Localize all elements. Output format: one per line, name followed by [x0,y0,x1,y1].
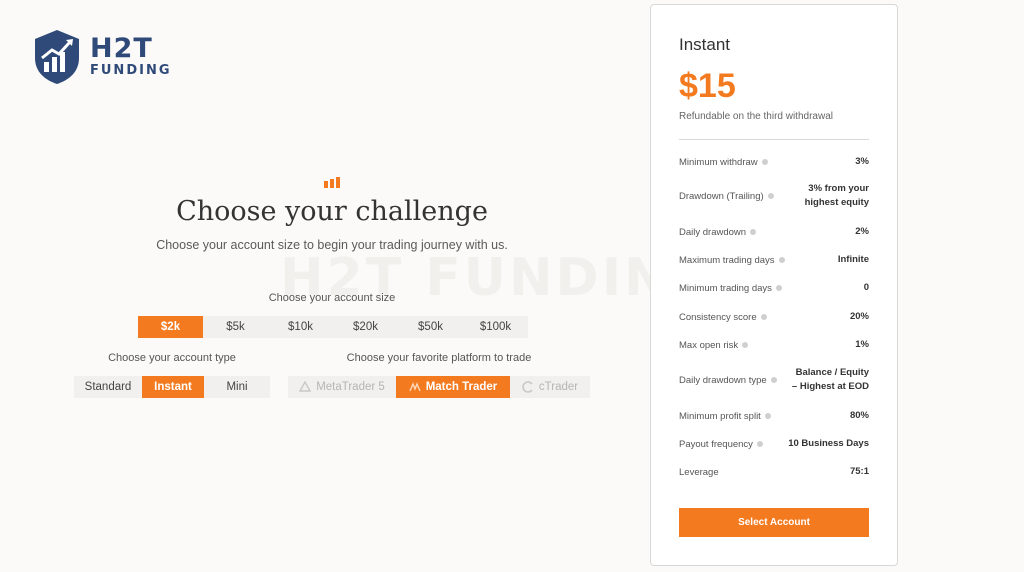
stat-label: Consistency score [679,311,757,323]
stat-label: Maximum trading days [679,254,775,266]
size-option-10k[interactable]: $10k [268,316,333,338]
brand-logo: H2T FUNDING [32,28,172,86]
stat-row: Minimum profit split 80% [679,409,869,423]
select-account-button[interactable]: Select Account [679,508,869,537]
info-icon[interactable] [750,229,757,235]
stat-row: Consistency score 20% [679,310,869,324]
stat-row: Leverage 75:1 [679,465,869,479]
stat-value: 20% [849,311,869,322]
type-option-mini[interactable]: Mini [204,376,270,398]
info-icon[interactable] [767,193,774,199]
plan-price: $15 [679,67,736,105]
plan-title: Instant [679,35,731,54]
stat-label: Payout frequency [679,438,753,450]
brand-name: H2T [90,33,153,64]
stat-value: 80% [849,410,869,421]
shield-chart-icon [35,30,79,84]
type-option-standard[interactable]: Standard [74,376,142,398]
account-type-selector: Standard Instant Mini [74,376,270,398]
stat-row: Minimum trading days 0 [679,281,869,295]
stat-label: Leverage [679,466,719,478]
account-size-label: Choose your account size [268,292,396,304]
page-subtitle: Choose your account size to begin your t… [156,238,508,252]
platform-option-match-trader[interactable]: Match Trader [396,376,510,398]
info-icon[interactable] [756,441,763,447]
stat-value: 75:1 [849,466,869,477]
size-option-5k[interactable]: $5k [203,316,268,338]
platform-option-label: cTrader [538,381,579,393]
platform-option-label: MetaTrader 5 [316,381,385,393]
stat-value: 0 [863,282,869,293]
type-option-instant[interactable]: Instant [142,376,204,398]
stat-row: Max open risk 1% [679,338,869,352]
metatrader-icon [299,381,312,392]
platform-selector: MetaTrader 5 Match Trader cTrader [288,376,590,398]
info-icon[interactable] [764,413,771,419]
info-icon[interactable] [760,314,767,320]
info-icon[interactable] [775,285,782,291]
stat-label: Minimum profit split [679,410,761,422]
bars-icon [324,177,340,188]
stat-label: Drawdown (Trailing) [679,190,764,202]
platform-option-label: Match Trader [425,381,498,393]
size-option-2k[interactable]: $2k [138,316,203,338]
stat-label: Max open risk [679,339,739,351]
stat-value: Balance / Equity – Highest at EOD [791,367,869,392]
size-option-20k[interactable]: $20k [333,316,398,338]
stat-value: 3% [855,156,869,167]
stat-label: Minimum trading days [679,282,772,294]
brand-subname: FUNDING [90,63,172,78]
platform-option-metatrader[interactable]: MetaTrader 5 [288,376,396,398]
page-title: Choose your challenge [176,196,488,227]
plan-refund-note: Refundable on the third withdrawal [679,111,833,122]
info-icon[interactable] [761,159,768,165]
stat-row: Maximum trading days Infinite [679,253,869,267]
stat-row: Drawdown (Trailing) 3% from your highest… [679,182,869,210]
info-icon[interactable] [742,342,749,348]
stat-label: Daily drawdown [679,226,747,238]
stat-row: Payout frequency 10 Business Days [679,437,869,451]
divider [679,139,869,140]
stat-label: Minimum withdraw [679,156,758,168]
match-trader-icon [409,382,421,392]
stat-value: 1% [855,339,869,350]
stat-value: Infinite [837,254,869,265]
info-icon[interactable] [770,377,777,383]
account-size-selector: $2k $5k $10k $20k $50k $100k [138,316,528,338]
stat-row: Daily drawdown type Balance / Equity – H… [679,366,869,394]
account-type-label: Choose your account type [108,352,236,364]
ctrader-icon [522,381,533,393]
stat-row: Daily drawdown 2% [679,225,869,239]
size-option-100k[interactable]: $100k [463,316,528,338]
stat-value: 3% from your highest equity [804,183,869,208]
stat-value: 10 Business Days [788,438,869,449]
platform-option-ctrader[interactable]: cTrader [510,376,590,398]
plan-card: Instant $15 Refundable on the third with… [650,4,898,566]
size-option-50k[interactable]: $50k [398,316,463,338]
stat-row: Minimum withdraw 3% [679,155,869,169]
platform-label: Choose your favorite platform to trade [346,352,532,364]
info-icon[interactable] [778,257,785,263]
stat-value: 2% [855,226,869,237]
stat-label: Daily drawdown type [679,374,767,386]
